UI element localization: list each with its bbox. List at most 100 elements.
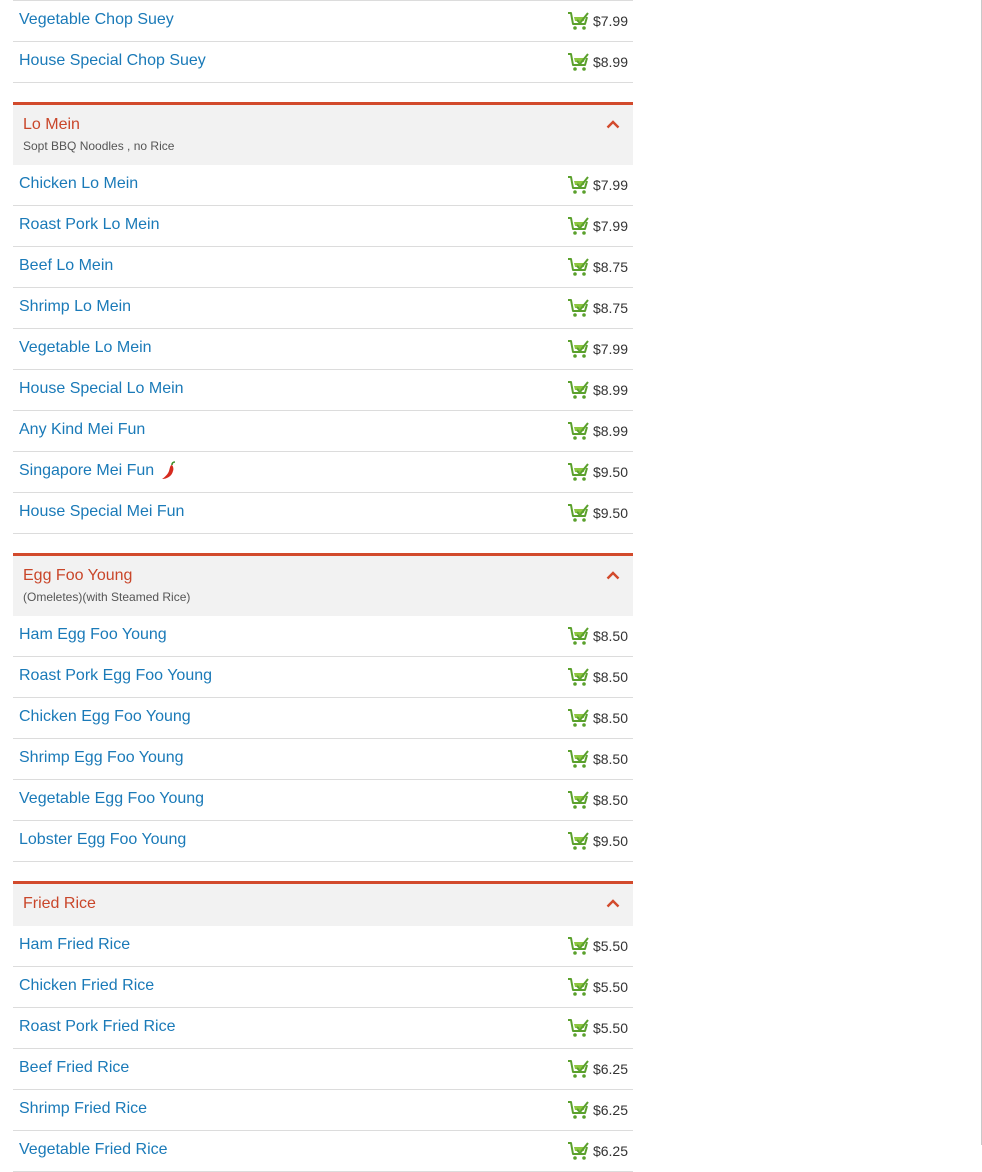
menu-item[interactable]: Beef Fried Rice $6.25: [13, 1049, 633, 1090]
menu-item-price: $6.25: [592, 1143, 628, 1159]
menu-item-name[interactable]: Shrimp Lo Mein: [13, 298, 131, 316]
menu-item-name[interactable]: Vegetable Fried Rice: [13, 1141, 168, 1159]
menu-item-name[interactable]: Chicken Lo Mein: [13, 175, 138, 193]
menu-item[interactable]: Ham Egg Foo Young $8.50: [13, 616, 633, 657]
shopping-cart-add-icon[interactable]: [567, 52, 591, 72]
menu-item-name[interactable]: Roast Pork Lo Mein: [13, 216, 160, 234]
menu-item[interactable]: Chicken Egg Foo Young $8.50: [13, 698, 633, 739]
menu-item-price: $6.25: [592, 1102, 628, 1118]
menu-item[interactable]: Roast Pork Lo Mein $7.99: [13, 206, 633, 247]
menu-item-name[interactable]: Beef Lo Mein: [13, 257, 113, 275]
menu-item[interactable]: Roast Pork Fried Rice $5.50: [13, 1008, 633, 1049]
menu-item[interactable]: Beef Lo Mein $8.75: [13, 247, 633, 288]
menu-item-price: $8.50: [592, 628, 628, 644]
shopping-cart-add-icon[interactable]: [567, 503, 591, 523]
menu-item[interactable]: Vegetable Chop Suey $7.99: [13, 0, 633, 42]
menu-item[interactable]: Vegetable Lo Mein $7.99: [13, 329, 633, 370]
menu-item-name[interactable]: House Special Chop Suey: [13, 52, 206, 70]
shopping-cart-add-icon[interactable]: [567, 977, 591, 997]
shopping-cart-add-icon[interactable]: [567, 1141, 591, 1161]
menu-item-name[interactable]: Roast Pork Fried Rice: [13, 1018, 176, 1036]
menu-item-name[interactable]: Singapore Mei Fun: [13, 461, 179, 481]
shopping-cart-add-icon[interactable]: [567, 790, 591, 810]
menu-item-price: $8.99: [592, 423, 628, 439]
menu-item-price: $8.50: [592, 751, 628, 767]
menu-item-label[interactable]: Singapore Mei Fun: [19, 462, 154, 480]
menu-item-price: $8.50: [592, 792, 628, 808]
menu-item-name[interactable]: Chicken Egg Foo Young: [13, 708, 191, 726]
category-spacer: [13, 534, 633, 553]
menu-item[interactable]: Ham Fried Rice $5.50: [13, 926, 633, 967]
menu-item[interactable]: Vegetable Fried Rice $6.25: [13, 1131, 633, 1172]
shopping-cart-add-icon[interactable]: [567, 667, 591, 687]
chevron-up-icon[interactable]: [606, 898, 620, 908]
shopping-cart-add-icon[interactable]: [567, 257, 591, 277]
category-header-lo-mein[interactable]: Lo Mein Sopt BBQ Noodles , no Rice: [13, 102, 633, 165]
shopping-cart-add-icon[interactable]: [567, 1018, 591, 1038]
menu-item[interactable]: House Special Mei Fun $9.50: [13, 493, 633, 534]
menu-item[interactable]: Vegetable Egg Foo Young $8.50: [13, 780, 633, 821]
menu-item-price: $8.75: [592, 259, 628, 275]
menu-item-price: $8.99: [592, 54, 628, 70]
menu-item-name[interactable]: Vegetable Lo Mein: [13, 339, 152, 357]
menu-item[interactable]: Chicken Lo Mein $7.99: [13, 165, 633, 206]
menu-item-name[interactable]: House Special Lo Mein: [13, 380, 184, 398]
menu-item-price: $8.50: [592, 669, 628, 685]
menu-item[interactable]: House Special Chop Suey $8.99: [13, 42, 633, 83]
menu-item[interactable]: Shrimp Fried Rice $6.25: [13, 1090, 633, 1131]
menu-item[interactable]: Roast Pork Egg Foo Young $8.50: [13, 657, 633, 698]
chevron-up-icon[interactable]: [606, 119, 620, 129]
menu-item-price: $9.50: [592, 464, 628, 480]
shopping-cart-add-icon[interactable]: [567, 380, 591, 400]
menu-item-price: $8.50: [592, 710, 628, 726]
menu-item-name[interactable]: Shrimp Egg Foo Young: [13, 749, 184, 767]
menu-item[interactable]: Shrimp Lo Mein $8.75: [13, 288, 633, 329]
shopping-cart-add-icon[interactable]: [567, 831, 591, 851]
menu-item[interactable]: House Special Lo Mein $8.99: [13, 370, 633, 411]
category-chop-suey: Vegetable Chop Suey $7.99 House Special …: [13, 0, 633, 83]
menu-item[interactable]: Lobster Egg Foo Young $9.50: [13, 821, 633, 862]
shopping-cart-add-icon[interactable]: [567, 1100, 591, 1120]
shopping-cart-add-icon[interactable]: [567, 1059, 591, 1079]
menu-item-price: $9.50: [592, 833, 628, 849]
shopping-cart-add-icon[interactable]: [567, 339, 591, 359]
shopping-cart-add-icon[interactable]: [567, 462, 591, 482]
category-title: Fried Rice: [23, 895, 96, 912]
shopping-cart-add-icon[interactable]: [567, 708, 591, 728]
menu-item-name[interactable]: Vegetable Chop Suey: [13, 11, 174, 29]
shopping-cart-add-icon[interactable]: [567, 216, 591, 236]
menu-item[interactable]: Shrimp Egg Foo Young $8.50: [13, 739, 633, 780]
menu-item-name[interactable]: Lobster Egg Foo Young: [13, 831, 186, 849]
menu-item-name[interactable]: Beef Fried Rice: [13, 1059, 129, 1077]
category-header-egg-foo-young[interactable]: Egg Foo Young (Omeletes)(with Steamed Ri…: [13, 553, 633, 616]
menu-item-name[interactable]: Roast Pork Egg Foo Young: [13, 667, 212, 685]
menu-item-price: $5.50: [592, 938, 628, 954]
category-description: (Omeletes)(with Steamed Rice): [23, 590, 191, 604]
category-spacer: [13, 83, 633, 102]
menu-item[interactable]: Singapore Mei Fun $9.50: [13, 452, 633, 493]
menu-item-price: $7.99: [592, 218, 628, 234]
menu-item-price: $7.99: [592, 341, 628, 357]
menu-item-name[interactable]: Shrimp Fried Rice: [13, 1100, 147, 1118]
shopping-cart-add-icon[interactable]: [567, 421, 591, 441]
chevron-up-icon[interactable]: [606, 570, 620, 580]
shopping-cart-add-icon[interactable]: [567, 626, 591, 646]
shopping-cart-add-icon[interactable]: [567, 175, 591, 195]
category-egg-foo-young: Egg Foo Young (Omeletes)(with Steamed Ri…: [13, 553, 633, 862]
menu-item-name[interactable]: Chicken Fried Rice: [13, 977, 154, 995]
shopping-cart-add-icon[interactable]: [567, 298, 591, 318]
shopping-cart-add-icon[interactable]: [567, 11, 591, 31]
menu-item-price: $8.99: [592, 382, 628, 398]
menu-item-name[interactable]: Ham Egg Foo Young: [13, 626, 167, 644]
menu-item-name[interactable]: Any Kind Mei Fun: [13, 421, 145, 439]
chili-pepper-icon: [162, 461, 176, 479]
shopping-cart-add-icon[interactable]: [567, 749, 591, 769]
category-header-fried-rice[interactable]: Fried Rice: [13, 881, 633, 926]
menu-item-name[interactable]: House Special Mei Fun: [13, 503, 184, 521]
menu-item[interactable]: Chicken Fried Rice $5.50: [13, 967, 633, 1008]
shopping-cart-add-icon[interactable]: [567, 936, 591, 956]
menu-item-name[interactable]: Ham Fried Rice: [13, 936, 130, 954]
menu-item[interactable]: Any Kind Mei Fun $8.99: [13, 411, 633, 452]
menu-item-name[interactable]: Vegetable Egg Foo Young: [13, 790, 204, 808]
menu-item-price: $7.99: [592, 177, 628, 193]
